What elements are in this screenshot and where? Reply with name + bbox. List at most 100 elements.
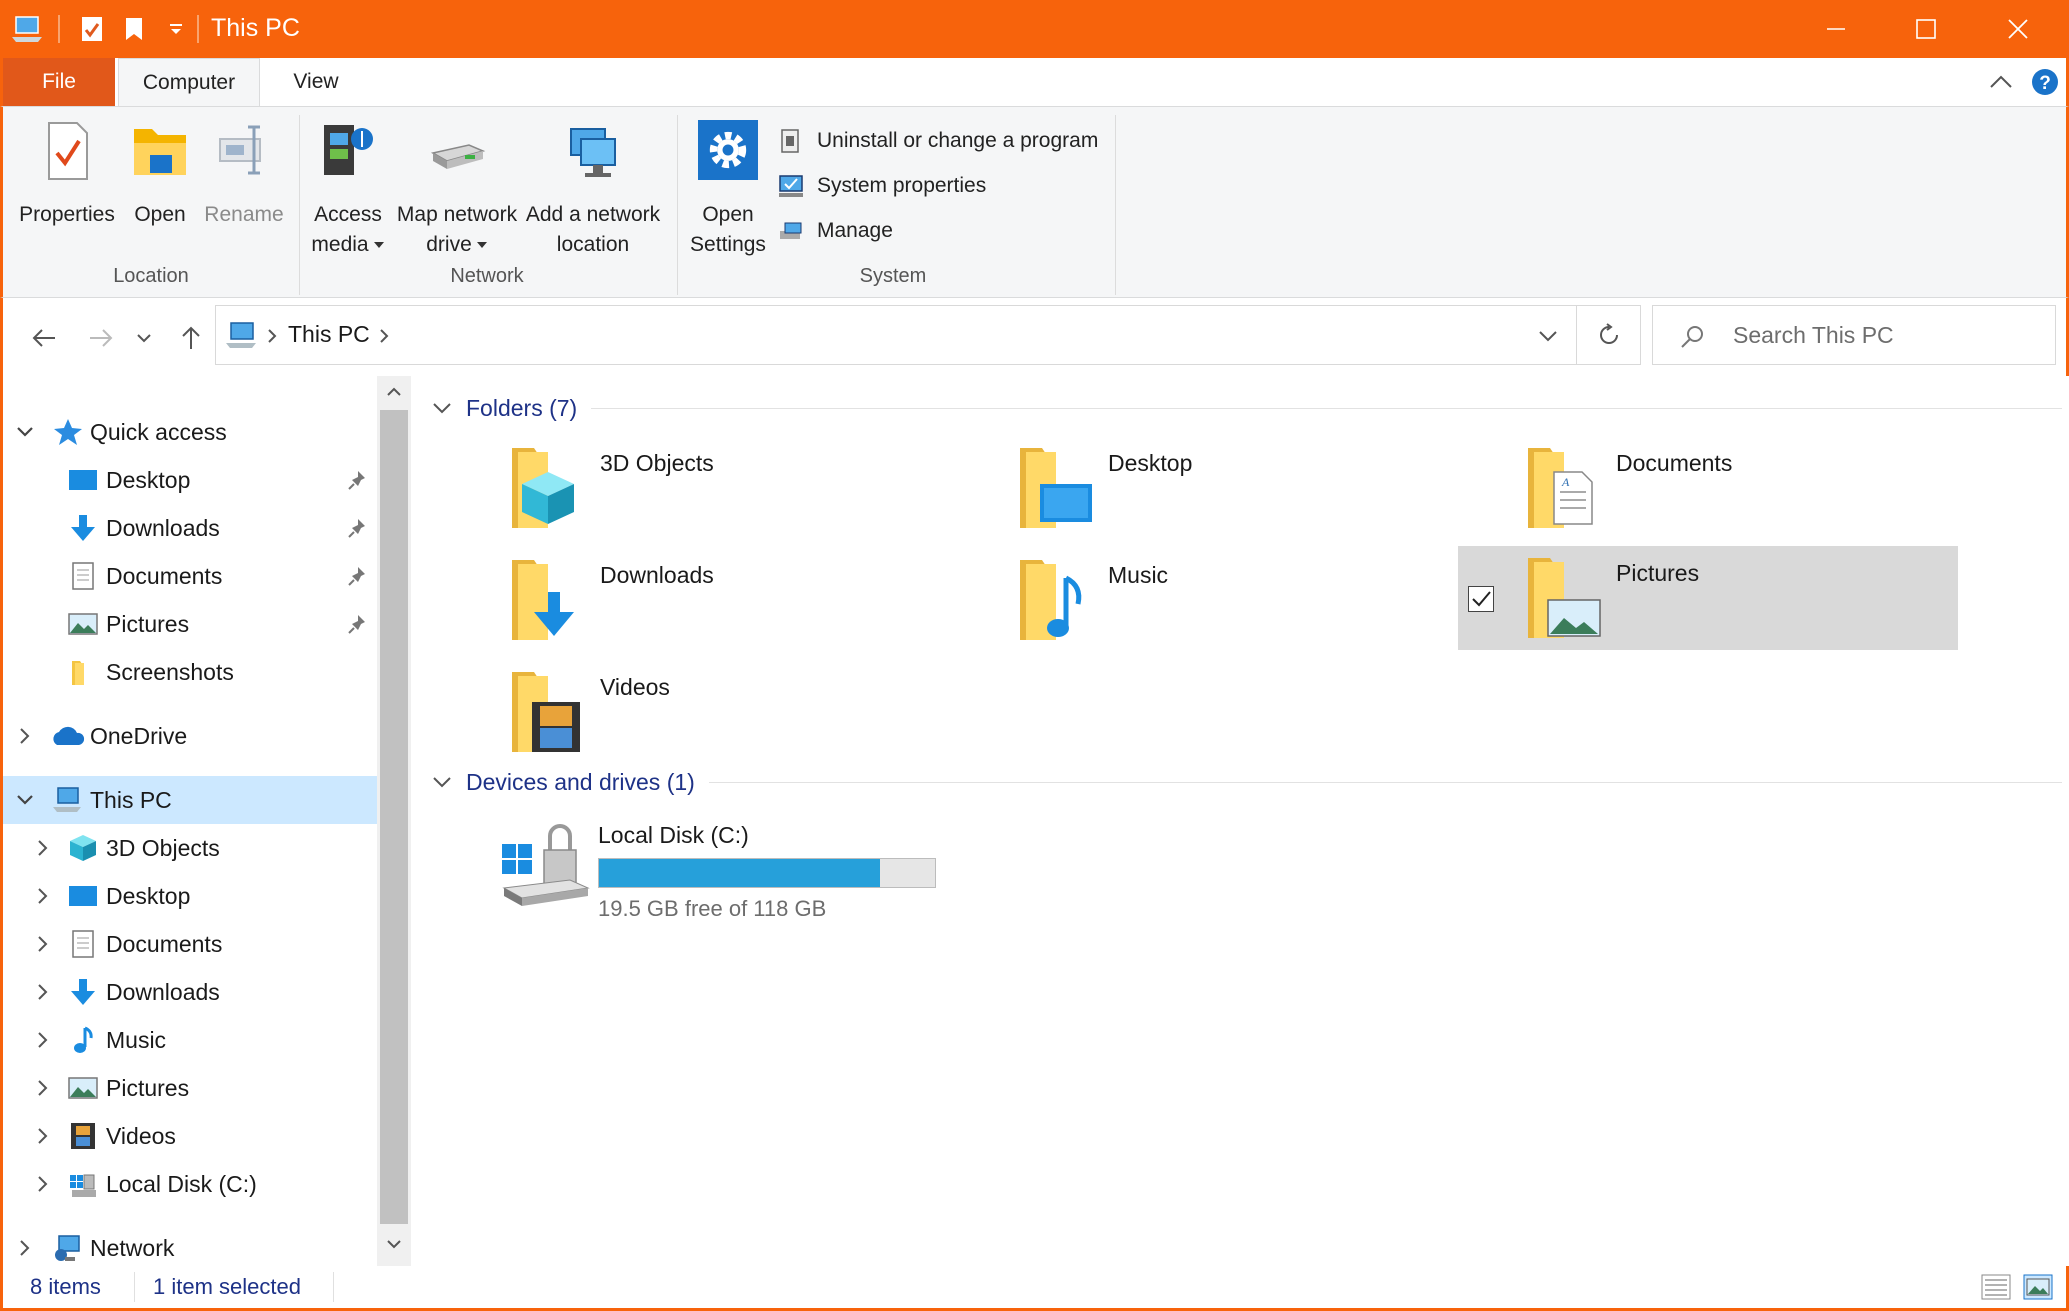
nav-onedrive[interactable]: OneDrive — [3, 712, 377, 760]
new-folder-quick-access-icon[interactable] — [120, 15, 148, 43]
chevron-right-icon[interactable] — [33, 1174, 53, 1194]
chevron-right-icon[interactable] — [33, 838, 53, 858]
details-view-icon[interactable] — [1981, 1274, 2011, 1300]
pin-icon[interactable] — [347, 613, 369, 635]
folder-tile-music[interactable]: Music — [920, 548, 1420, 652]
nav-pc-desktop[interactable]: Desktop — [3, 872, 377, 920]
collapse-ribbon-icon[interactable] — [1989, 72, 2013, 92]
forward-button[interactable] — [81, 318, 121, 358]
help-icon[interactable]: ? — [2031, 68, 2059, 96]
chevron-down-icon[interactable] — [15, 422, 35, 442]
nav-scrollbar[interactable] — [377, 376, 411, 1266]
selection-checkbox[interactable] — [1468, 586, 1494, 612]
large-icons-view-icon[interactable] — [2023, 1274, 2053, 1300]
rename-button[interactable]: Rename — [201, 117, 287, 230]
ribbon-separator — [1115, 115, 1116, 295]
title-bar[interactable]: This PC — [0, 0, 2069, 58]
chevron-right-icon[interactable] — [33, 1126, 53, 1146]
nav-quick-desktop[interactable]: Desktop — [3, 456, 377, 504]
folder-tile-videos[interactable]: Videos — [412, 660, 912, 764]
chevron-right-icon[interactable] — [15, 726, 35, 746]
refresh-button[interactable] — [1577, 305, 1641, 365]
pin-icon[interactable] — [347, 469, 369, 491]
up-button[interactable] — [171, 318, 211, 358]
address-bar[interactable]: This PC — [215, 305, 1577, 365]
nav-this-pc[interactable]: This PC — [3, 776, 377, 824]
folder-tile-label: Videos — [600, 674, 670, 700]
tab-file[interactable]: File — [3, 58, 115, 106]
properties-button[interactable]: Properties — [15, 117, 119, 230]
chevron-right-icon[interactable] — [33, 1030, 53, 1050]
scroll-down-icon[interactable] — [386, 1238, 402, 1250]
system-properties-button[interactable]: System properties — [777, 169, 986, 203]
back-button[interactable] — [24, 318, 64, 358]
add-network-location-button[interactable]: Add a network location — [523, 117, 663, 260]
chevron-right-icon[interactable] — [33, 934, 53, 954]
tab-computer[interactable]: Computer — [118, 58, 260, 107]
nav-quick-documents[interactable]: Documents — [3, 552, 377, 600]
properties-quick-access-icon[interactable] — [78, 15, 106, 43]
nav-pc-videos[interactable]: Videos — [3, 1112, 377, 1160]
customize-quick-access-dropdown-icon[interactable] — [162, 15, 190, 43]
folder-tile-label: Documents — [1616, 450, 1733, 476]
nav-quick-pictures[interactable]: Pictures — [3, 600, 377, 648]
this-pc-icon — [12, 16, 42, 42]
minimize-button[interactable] — [1790, 0, 1882, 58]
nav-pc-local-disk[interactable]: Local Disk (C:) — [3, 1160, 377, 1208]
open-button[interactable]: Open — [125, 117, 195, 230]
folder-tile-pictures[interactable]: Pictures — [1458, 546, 1958, 650]
folder-tile-downloads[interactable]: Downloads — [412, 548, 912, 652]
downloads-arrow-icon — [71, 515, 95, 541]
nav-pc-downloads[interactable]: Downloads — [3, 968, 377, 1016]
drive-usage-bar — [598, 858, 936, 888]
maximize-button[interactable] — [1880, 0, 1972, 58]
nav-pc-music[interactable]: Music — [3, 1016, 377, 1064]
breadcrumb-this-pc[interactable]: This PC — [288, 321, 370, 348]
pin-icon[interactable] — [347, 565, 369, 587]
map-network-drive-button[interactable]: Map network drive — [393, 117, 521, 260]
chevron-right-icon[interactable] — [15, 1238, 35, 1258]
system-properties-label: System properties — [817, 174, 987, 197]
documents-icon — [72, 930, 94, 958]
folders-group-header[interactable]: Folders (7) — [432, 391, 2062, 425]
group-network-label: Network — [450, 265, 524, 287]
address-history-chevron-down-icon[interactable] — [1538, 329, 1558, 343]
pin-icon[interactable] — [347, 517, 369, 539]
nav-pc-3d-objects[interactable]: 3D Objects — [3, 824, 377, 872]
chevron-right-icon[interactable] — [33, 1078, 53, 1098]
status-divider — [333, 1272, 334, 1302]
uninstall-label: Uninstall or change a program — [817, 129, 1099, 152]
folder-tile-desktop[interactable]: Desktop — [920, 436, 1420, 540]
nav-scrollbar-thumb[interactable] — [380, 410, 408, 1224]
nav-quick-access[interactable]: Quick access — [3, 408, 377, 456]
3d-objects-cube-icon — [70, 835, 96, 861]
nav-network[interactable]: Network — [3, 1224, 377, 1272]
folder-tile-3d-objects[interactable]: 3D Objects — [412, 436, 912, 540]
system-properties-icon — [779, 175, 803, 197]
nav-quick-downloads[interactable]: Downloads — [3, 504, 377, 552]
chevron-down-icon[interactable] — [15, 790, 35, 810]
nav-quick-screenshots[interactable]: Screenshots — [3, 648, 377, 696]
drive-tile-local-disk[interactable]: Local Disk (C:) 19.5 GB free of 118 GB — [492, 816, 972, 926]
open-settings-button[interactable]: Open Settings — [683, 117, 773, 260]
close-button[interactable] — [1972, 0, 2064, 58]
search-input[interactable]: Search This PC — [1733, 322, 1894, 349]
recent-locations-button[interactable] — [129, 318, 159, 358]
uninstall-program-button[interactable]: Uninstall or change a program — [777, 124, 1098, 158]
devices-header-label: Devices and drives (1) — [466, 768, 695, 795]
nav-pc-pictures[interactable]: Pictures — [3, 1064, 377, 1112]
nav-label: OneDrive — [90, 722, 188, 749]
folder-tile-documents[interactable]: A Documents — [1428, 436, 1928, 540]
chevron-right-icon[interactable] — [33, 982, 53, 1002]
breadcrumb-chevron-icon[interactable] — [378, 327, 390, 345]
pictures-icon — [68, 613, 98, 635]
manage-button[interactable]: Manage — [777, 214, 893, 248]
devices-group-header[interactable]: Devices and drives (1) — [432, 765, 2062, 799]
scroll-up-icon[interactable] — [386, 386, 402, 398]
nav-pc-documents[interactable]: Documents — [3, 920, 377, 968]
tab-view[interactable]: View — [273, 58, 359, 106]
search-box[interactable]: Search This PC — [1652, 305, 2056, 365]
access-media-button[interactable]: Access media — [305, 117, 391, 260]
navigation-pane: Quick access Desktop Downloads Documents… — [0, 376, 411, 1266]
chevron-right-icon[interactable] — [33, 886, 53, 906]
